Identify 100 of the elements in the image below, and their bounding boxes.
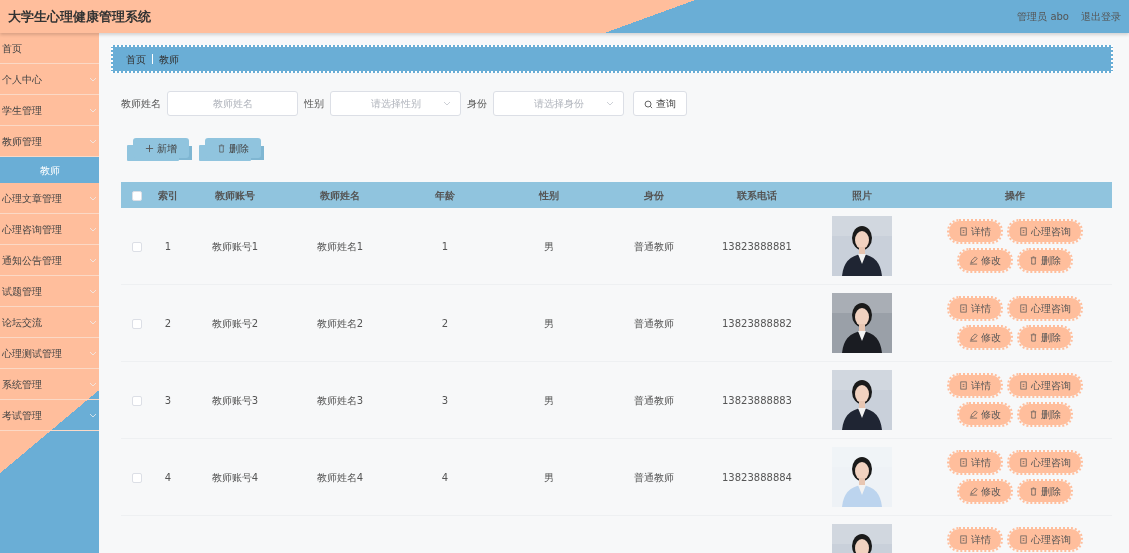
detail-button[interactable]: 详情 <box>948 375 1001 396</box>
document-icon <box>958 381 968 390</box>
search-button[interactable]: 查询 <box>632 91 687 116</box>
trash-icon <box>1028 333 1038 342</box>
consult-button[interactable]: 心理咨询 <box>1008 375 1081 396</box>
table-cell: 13823888883 <box>722 394 792 406</box>
select-field[interactable]: 请选择性别 <box>330 91 461 116</box>
breadcrumb-separator <box>152 54 153 64</box>
sidebar-item[interactable]: 心理测试管理 <box>0 338 99 369</box>
document-icon <box>1018 304 1028 313</box>
trash-icon <box>1028 256 1038 265</box>
search-icon <box>643 99 653 109</box>
document-icon <box>1018 381 1028 390</box>
document-icon <box>1018 458 1028 467</box>
pencil-icon <box>968 256 978 265</box>
table-cell: 2 <box>164 317 172 329</box>
table-cell: 教师姓名3 <box>316 394 364 406</box>
sidebar-item[interactable]: 论坛交流 <box>0 307 99 338</box>
checkbox[interactable] <box>132 395 142 406</box>
table-cell: 13823888881 <box>722 240 792 252</box>
table-cell: 普通教师 <box>634 240 674 252</box>
delete-button[interactable]: 删除 <box>1018 250 1071 271</box>
table-cell: 4 <box>441 471 449 483</box>
table-cell: 男 <box>544 394 554 406</box>
edit-button[interactable]: 修改 <box>958 404 1011 425</box>
document-icon <box>958 304 968 313</box>
edit-button[interactable]: 修改 <box>958 250 1011 271</box>
sidebar-item[interactable]: 个人中心 <box>0 64 99 95</box>
input-field[interactable]: 教师姓名 <box>167 91 298 116</box>
app-title: 大学生心理健康管理系统 <box>8 7 151 26</box>
field-label: 性别 <box>304 97 324 111</box>
user-label: 管理员 abo <box>1017 10 1069 24</box>
table-cell: 3 <box>441 394 449 406</box>
checkbox[interactable] <box>132 318 142 329</box>
breadcrumb-link[interactable]: 教师 <box>159 51 179 67</box>
document-icon <box>958 227 968 236</box>
table-cell: 2 <box>441 317 449 329</box>
document-icon <box>1018 227 1028 236</box>
pencil-icon <box>968 410 978 419</box>
table-cell: 4 <box>164 471 172 483</box>
checkbox[interactable] <box>132 241 142 252</box>
column-header: 教师姓名 <box>319 188 361 203</box>
column-header: 性别 <box>537 188 560 203</box>
trash-icon <box>216 144 226 153</box>
delete-button[interactable]: 删除 <box>1018 404 1071 425</box>
edit-button[interactable]: 修改 <box>958 481 1011 502</box>
table-cell: 普通教师 <box>634 394 674 406</box>
detail-button[interactable]: 详情 <box>948 221 1001 242</box>
column-header: 联系电话 <box>736 188 778 203</box>
table-cell: 教师账号4 <box>211 471 259 483</box>
column-header: 身份 <box>643 188 665 203</box>
table-cell: 13823888884 <box>722 471 792 483</box>
table-cell: 男 <box>544 240 554 252</box>
sidebar-item[interactable]: 学生管理 <box>0 95 99 126</box>
sidebar-item[interactable]: 首页 <box>0 33 99 64</box>
detail-button[interactable]: 详情 <box>948 452 1001 473</box>
consult-button[interactable]: 心理咨询 <box>1008 529 1081 550</box>
table-cell: 1 <box>164 240 172 252</box>
table-cell: 普通教师 <box>634 317 674 329</box>
table-cell: 普通教师 <box>634 471 674 483</box>
field-label: 教师姓名 <box>121 97 161 111</box>
sidebar-item[interactable]: 系统管理 <box>0 369 99 400</box>
consult-button[interactable]: 心理咨询 <box>1008 452 1081 473</box>
table-cell: 1 <box>441 240 449 252</box>
field-label: 身份 <box>467 97 487 111</box>
consult-button[interactable]: 心理咨询 <box>1008 221 1081 242</box>
sidebar-item[interactable]: 考试管理 <box>0 400 99 431</box>
table-cell: 3 <box>164 394 172 406</box>
logout-link[interactable]: 退出登录 <box>1081 9 1121 24</box>
table-cell: 男 <box>544 471 554 483</box>
sidebar-item[interactable]: 心理咨询管理 <box>0 214 99 245</box>
detail-button[interactable]: 详情 <box>948 298 1001 319</box>
checkbox[interactable] <box>132 472 142 483</box>
delete-button[interactable]: 删除 <box>1018 481 1071 502</box>
document-icon <box>958 458 968 467</box>
sidebar-item[interactable]: 试题管理 <box>0 276 99 307</box>
column-header: 年龄 <box>434 188 456 203</box>
pencil-icon <box>968 333 978 342</box>
column-header: 索引 <box>157 188 179 203</box>
select-all-checkbox[interactable] <box>132 190 142 201</box>
table-cell: 教师账号1 <box>211 240 259 252</box>
select-field[interactable]: 请选择身份 <box>493 91 624 116</box>
column-header: 照片 <box>851 188 873 203</box>
pencil-icon <box>968 487 978 496</box>
table-cell: 教师姓名1 <box>316 240 364 252</box>
table-cell: 13823888882 <box>722 317 792 329</box>
edit-button[interactable]: 修改 <box>958 327 1011 348</box>
table-cell: 教师姓名4 <box>316 471 364 483</box>
table-cell: 教师姓名2 <box>316 317 364 329</box>
column-header: 教师账号 <box>214 188 256 203</box>
consult-button[interactable]: 心理咨询 <box>1008 298 1081 319</box>
trash-icon <box>1028 487 1038 496</box>
plus-icon <box>144 144 154 153</box>
breadcrumb-link[interactable]: 首页 <box>126 51 146 67</box>
sidebar-item[interactable]: 心理文章管理 <box>0 183 99 214</box>
document-icon <box>1018 535 1028 544</box>
delete-button[interactable]: 删除 <box>1018 327 1071 348</box>
detail-button[interactable]: 详情 <box>948 529 1001 550</box>
sidebar-item[interactable]: 通知公告管理 <box>0 245 99 276</box>
trash-icon <box>1028 410 1038 419</box>
